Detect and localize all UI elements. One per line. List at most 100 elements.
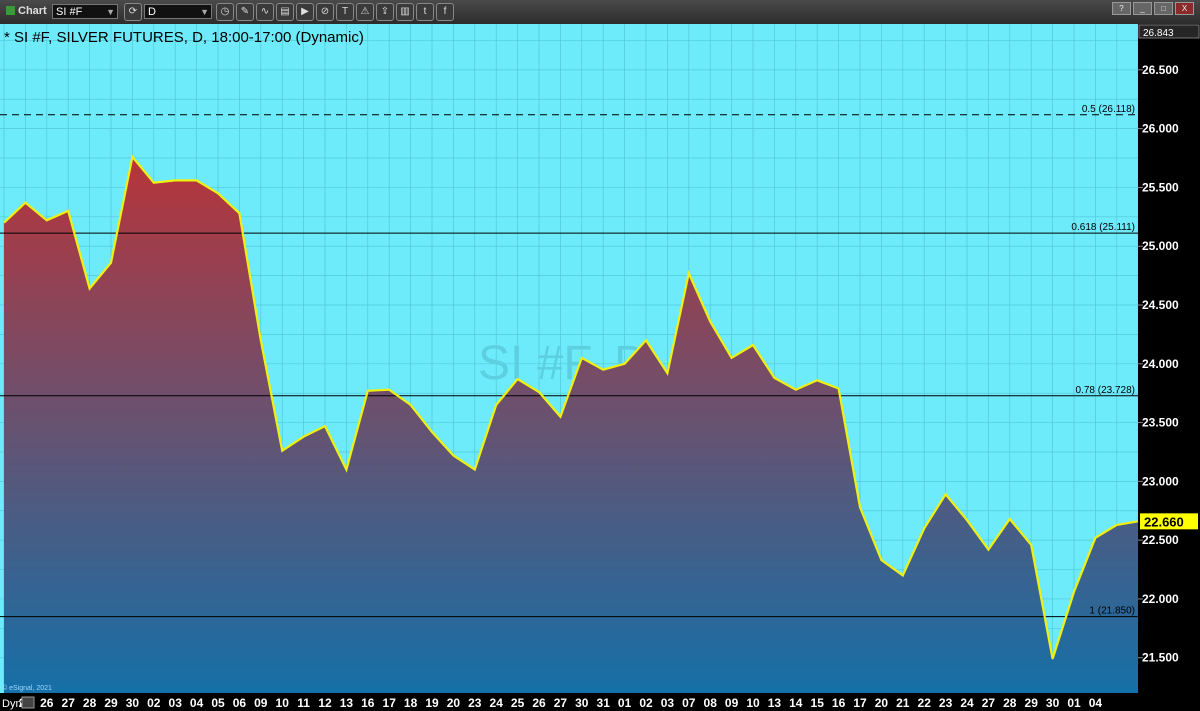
date-tick-label: 24 [960,696,974,710]
price-tick-label: 23.500 [1142,416,1179,430]
date-tick-label: 12 [318,696,332,710]
date-tick-label: 27 [62,696,76,710]
pencil-icon[interactable]: ✎ [236,3,254,21]
share-icon[interactable]: ⇪ [376,3,394,21]
twitter-icon[interactable]: t [416,3,434,21]
price-tick-label: 26.000 [1142,122,1179,136]
date-tick-label: 27 [982,696,996,710]
date-tick-label: 02 [147,696,161,710]
price-tick-label: 24.500 [1142,298,1179,312]
date-tick-label: 26 [40,696,54,710]
date-tick-label: 15 [811,696,825,710]
last-price-label: 22.660 [1144,514,1184,529]
minimize-button[interactable]: _ [1133,2,1152,15]
price-tick-label: 24.000 [1142,357,1179,371]
date-tick-label: 03 [169,696,183,710]
layout-icon[interactable]: ▥ [396,3,414,21]
last-price-marker: 22.660 [1140,513,1198,530]
date-tick-label: 29 [104,696,118,710]
help-button[interactable]: ? [1112,2,1131,15]
date-tick-label: 16 [832,696,846,710]
symbol-input[interactable]: SI #F ▼ [52,4,118,19]
text-icon[interactable]: T [336,3,354,21]
date-tick-label: 27 [554,696,568,710]
time-axis-ticks: 23 26 27 28 29 30 02 03 04 05 06 09 10 11 12 13 16 17 18 19… [19,696,1103,710]
price-tick-label: 21.500 [1142,651,1179,665]
date-tick-label: 09 [725,696,739,710]
maximize-button[interactable]: □ [1154,2,1173,15]
app-label: Chart [6,5,47,17]
date-tick-label: 20 [875,696,889,710]
date-tick-label: 25 [511,696,525,710]
chart-title: * SI #F, SILVER FUTURES, D, 18:00-17:00 … [4,29,364,46]
fib-level-label: 0.5 (26.118) [1082,104,1135,115]
fib-level-label: 0.618 (25.111) [1071,222,1135,233]
interval-select[interactable]: D ▼ [144,4,212,19]
date-tick-label: 26 [532,696,546,710]
app-label-text: Chart [18,5,47,17]
date-tick-label: 22 [918,696,932,710]
date-tick-label: 21 [896,696,910,710]
price-tick-label: 22.500 [1142,533,1179,547]
toolbar-icons: ◷ ✎ ∿ ▤ ▶ ⊘ T ⚠ ⇪ ▥ t f [216,3,454,21]
date-tick-label: 04 [190,696,204,710]
fib-level-label: 1 (21.850) [1089,606,1135,617]
date-tick-label: 13 [768,696,782,710]
close-button[interactable]: X [1175,2,1194,15]
date-tick-label: 30 [1046,696,1060,710]
date-tick-label: 29 [1025,696,1039,710]
date-tick-label: 03 [661,696,675,710]
date-tick-label: 19 [425,696,439,710]
date-tick-label: 05 [211,696,225,710]
date-tick-label: 23 [939,696,953,710]
date-tick-label: 28 [1003,696,1017,710]
chart-app-icon [6,6,15,15]
date-tick-label: 09 [254,696,268,710]
date-tick-label: 02 [639,696,653,710]
date-tick-label: 10 [276,696,290,710]
date-tick-label: 01 [618,696,632,710]
facebook-icon[interactable]: f [436,3,454,21]
date-tick-label: 11 [297,696,310,710]
date-tick-label: 17 [853,696,867,710]
price-tick-label: 22.000 [1142,592,1179,606]
date-tick-label: 06 [233,696,247,710]
play-icon[interactable]: ▶ [296,3,314,21]
date-tick-label: 30 [575,696,589,710]
date-tick-label: 10 [746,696,760,710]
price-chart[interactable]: SI #F, D 0.5 (26.118)0.618 (25.111)0.78 … [0,24,1200,711]
date-tick-label: 24 [490,696,504,710]
date-tick-label: 01 [1067,696,1081,710]
price-high-label: 26.843 [1143,28,1174,39]
date-tick-label: 20 [447,696,461,710]
date-tick-label: 31 [597,696,611,710]
dynamic-label[interactable]: Dyn [2,698,22,710]
date-tick-label: 04 [1089,696,1103,710]
template-icon[interactable]: ▤ [276,3,294,21]
date-tick-label: 07 [682,696,696,710]
date-tick-label: 14 [789,696,803,710]
copyright: © eSignal, 2021 [2,684,52,692]
clock-icon[interactable]: ◷ [216,3,234,21]
scale-toggle-icon[interactable] [21,696,35,709]
date-tick-label: 17 [383,696,397,710]
date-tick-label: 28 [83,696,97,710]
alert-icon[interactable]: ⚠ [356,3,374,21]
line-tool-icon[interactable]: ∿ [256,3,274,21]
fib-level-label: 0.78 (23.728) [1076,385,1136,396]
window-buttons: ? _ □ X [1112,2,1194,15]
date-tick-label: 08 [704,696,718,710]
price-high-marker: 26.843 [1138,24,1200,39]
link-icon[interactable]: ⊘ [316,3,334,21]
chevron-down-icon[interactable]: ▼ [200,5,209,20]
symbol-value: SI #F [56,6,83,18]
price-tick-label: 25.500 [1142,180,1179,194]
date-tick-label: 18 [404,696,418,710]
chevron-down-icon[interactable]: ▼ [106,5,115,20]
price-tick-label: 25.000 [1142,239,1179,253]
price-tick-label: 23.000 [1142,474,1179,488]
date-tick-label: 13 [340,696,354,710]
date-tick-label: 30 [126,696,140,710]
refresh-icon[interactable]: ⟳ [124,3,142,21]
date-tick-label: 23 [468,696,482,710]
